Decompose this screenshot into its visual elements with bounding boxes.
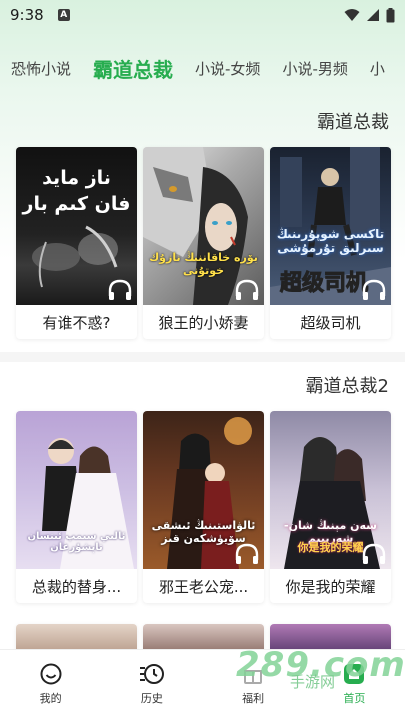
category-tabs: 恐怖小说 霸道总裁 小说-女频 小说-男频 小 xyxy=(0,48,405,88)
section-title: 霸道总裁2 xyxy=(305,376,389,397)
cover-text: ئالىي سىمپ ئىنسان تاپشۇرغان xyxy=(27,531,126,553)
book-cover: ئالىي سىمپ ئىنسان تاپشۇرغان xyxy=(16,411,137,569)
tab-more[interactable]: 小 xyxy=(370,58,385,79)
nav-history[interactable]: 历史 xyxy=(101,650,202,721)
book-card[interactable]: ناز مايد ڧان كىم بار 有谁不惑? xyxy=(16,147,137,339)
book-title: 狼王的小娇妻 xyxy=(158,313,249,332)
book-card[interactable]: بۆرە خاقاننىڭ نازۇك خوتۇنى 狼王的小娇妻 xyxy=(143,147,264,339)
tab-horror[interactable]: 恐怖小说 xyxy=(11,58,71,79)
tab-female-novel[interactable]: 小说-女频 xyxy=(195,58,260,79)
book-row: ناز مايد ڧان كىم بار 有谁不惑? بۆرە خاقاننىڭ… xyxy=(16,147,391,339)
book-card[interactable]: ئالۋاستىنىڭ ئىشقى سۆيۈشكەن قىز 邪王老公宠... xyxy=(143,411,264,603)
headphones-icon xyxy=(362,279,386,300)
book-title: 你是我的荣耀 xyxy=(285,577,376,596)
headphones-icon xyxy=(108,279,132,300)
section-divider xyxy=(0,352,405,362)
book-title: 总裁的替身... xyxy=(31,577,122,596)
section-title: 霸道总裁 xyxy=(317,112,389,133)
book-cover: سەن مېنىڭ شان-شەرىپىم 你是我的荣耀 xyxy=(270,411,391,569)
status-time: 9:38 xyxy=(10,6,44,24)
cover-text: بۆرە خاقاننىڭ نازۇك خوتۇنى xyxy=(149,251,258,277)
history-icon xyxy=(139,664,164,684)
tab-male-novel[interactable]: 小说-男频 xyxy=(282,58,347,79)
cover-badge: 超级司机 xyxy=(279,271,369,297)
cover-text: ناز مايد ڧان كىم بار xyxy=(22,167,131,215)
notification-icon: A xyxy=(57,9,70,21)
tab-ceo[interactable]: 霸道总裁 xyxy=(93,54,173,88)
headphones-icon xyxy=(362,543,386,564)
book-row: ئالىي سىمپ ئىنسان تاپشۇرغان 总裁的替身... ئال… xyxy=(16,411,391,603)
nav-label: 历史 xyxy=(140,692,163,705)
signal-icon xyxy=(367,9,379,21)
status-bar: 9:38 A xyxy=(0,0,405,30)
nav-mine[interactable]: 我的 xyxy=(0,650,101,721)
book-card[interactable]: سەن مېنىڭ شان-شەرىپىم 你是我的荣耀 你是我的荣耀 xyxy=(270,411,391,603)
book-cover: بۆرە خاقاننىڭ نازۇك خوتۇنى xyxy=(143,147,264,305)
book-title: 邪王老公宠... xyxy=(158,577,249,596)
book-title: 超级司机 xyxy=(300,313,361,332)
nav-label: 福利 xyxy=(242,692,265,705)
cover-text: تاكسى شوپۇرىنىڭ سىرلىق تۇرمۇشى xyxy=(276,227,385,255)
nav-label: 首页 xyxy=(343,692,366,705)
book-cover: ناز مايد ڧان كىم بار xyxy=(16,147,137,305)
nav-label: 我的 xyxy=(39,692,62,705)
book-title: 有谁不惑? xyxy=(42,313,111,332)
watermark-sub: 手游网 xyxy=(290,673,336,691)
book-card[interactable]: ئالىي سىمپ ئىنسان تاپشۇرغان 总裁的替身... xyxy=(16,411,137,603)
book-cover: تاكسى شوپۇرىنىڭ سىرلىق تۇرمۇشى 超级司机 xyxy=(270,147,391,305)
book-cover: ئالۋاستىنىڭ ئىشقى سۆيۈشكەن قىز xyxy=(143,411,264,569)
wifi-icon xyxy=(344,9,360,21)
headphones-icon xyxy=(235,279,259,300)
book-card[interactable]: تاكسى شوپۇرىنىڭ سىرلىق تۇرمۇشى 超级司机 超级司机 xyxy=(270,147,391,339)
smile-icon xyxy=(40,663,62,685)
battery-icon xyxy=(386,7,395,22)
headphones-icon xyxy=(235,543,259,564)
